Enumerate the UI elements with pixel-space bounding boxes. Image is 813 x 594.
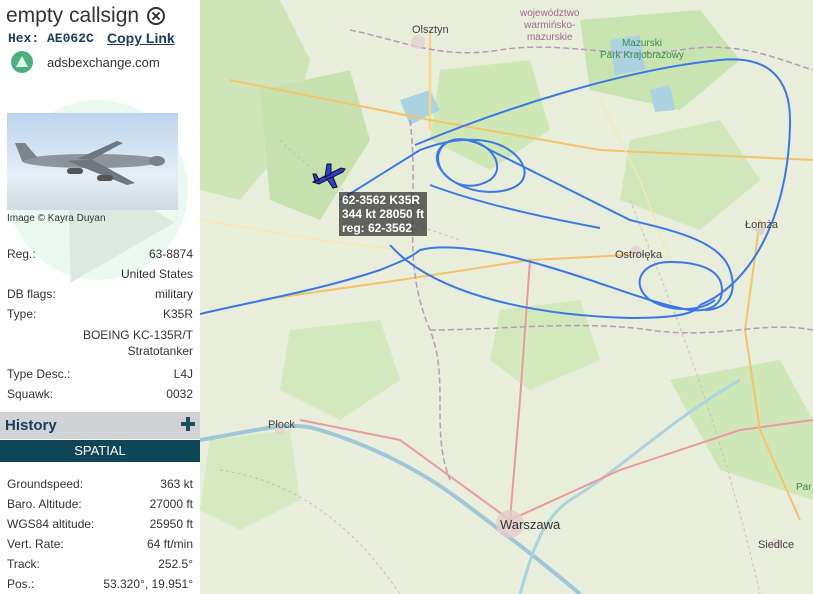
position-label: Pos.: xyxy=(7,577,35,591)
city-label-lomza: Łomża xyxy=(745,219,779,231)
park-label: Mazurski Park Krajobrazowy xyxy=(600,38,684,62)
city-label-olsztyn: Olsztyn xyxy=(412,24,449,36)
type-full-name: BOEING KC-135R/T Stratotanker xyxy=(82,328,193,358)
wgs84-altitude-label: WGS84 altitude: xyxy=(7,517,95,531)
close-icon[interactable] xyxy=(147,7,166,25)
squawk-row: Squawk: 0032 xyxy=(7,387,193,403)
copy-link[interactable]: Copy Link xyxy=(107,30,175,46)
region-label-line3: mazurskie xyxy=(526,32,573,43)
history-label: History xyxy=(5,417,57,434)
hex-code: Hex: AE062C xyxy=(8,31,94,46)
groundspeed-row: Groundspeed: 363 kt xyxy=(7,477,193,493)
city-label-siedlce: Siedlce xyxy=(758,539,795,551)
aircraft-label-tag[interactable]: 62-3562 K35R 344 kt 28050 ft reg: 62-356… xyxy=(339,192,428,236)
squawk-label: Squawk: xyxy=(7,387,54,401)
aircraft-tag-line2: 344 kt 28050 ft xyxy=(342,207,425,221)
reg-row: Reg.: 63-8874 xyxy=(7,247,193,263)
reg-label: Reg.: xyxy=(7,247,36,261)
aircraft-photo[interactable] xyxy=(7,113,178,210)
typedesc-row: Type Desc.: L4J xyxy=(7,367,193,383)
type-value: K35R xyxy=(162,307,193,321)
callsign-title: empty callsign xyxy=(6,4,140,27)
flight-track xyxy=(200,58,792,320)
groundspeed-label: Groundspeed: xyxy=(7,477,84,491)
reg-value[interactable]: 63-8874 xyxy=(149,247,193,261)
title-row: empty callsign xyxy=(6,4,166,28)
aircraft-tag-line1: 62-3562 K35R xyxy=(342,193,421,207)
wgs84-altitude-row: WGS84 altitude: 25950 ft xyxy=(7,517,193,533)
city-label-plock: Płock xyxy=(268,419,295,431)
squawk-value: 0032 xyxy=(166,387,193,401)
source-link[interactable]: adsbexchange.com xyxy=(47,55,160,70)
track-segment-east-loop xyxy=(414,58,792,306)
source-row[interactable]: adsbexchange.com xyxy=(11,51,160,73)
typedesc-label: Type Desc.: xyxy=(7,367,71,381)
city-label-ostroleka: Ostrołęka xyxy=(615,249,663,261)
track-label: Track: xyxy=(7,557,40,571)
adsbexchange-logo-icon xyxy=(11,51,33,73)
park-label-line1: Mazurski xyxy=(621,38,662,49)
region-label-line1: województwo xyxy=(520,8,580,19)
typedesc-value: L4J xyxy=(173,367,193,381)
region-label: województwo warmińsko- mazurskie xyxy=(520,8,579,44)
dbflags-row: DB flags: military xyxy=(7,287,193,303)
aircraft-plane-icon[interactable] xyxy=(311,160,347,190)
track-row: Track: 252.5° xyxy=(7,557,193,573)
groundspeed-value: 363 kt xyxy=(160,477,193,491)
photo-credit: Image © Kayra Duyan xyxy=(7,213,106,224)
aircraft-tag-line3: reg: 62-3562 xyxy=(342,221,413,235)
baro-altitude-value: 27000 ft xyxy=(149,497,193,511)
vert-rate-row: Vert. Rate: 64 ft/min xyxy=(7,537,193,553)
position-row: Pos.: 53.320°, 19.951° xyxy=(7,577,193,593)
dbflags-value: military xyxy=(155,287,193,301)
park-label-edge: Par xyxy=(796,482,812,493)
country-row: United States xyxy=(7,267,193,283)
baro-altitude-row: Baro. Altitude: 27000 ft xyxy=(7,497,193,513)
baro-altitude-label: Baro. Altitude: xyxy=(7,497,82,511)
aircraft-info-panel: empty callsign Hex: AE062C Copy Link ads… xyxy=(0,0,201,594)
type-label: Type: xyxy=(7,307,37,321)
vert-rate-value: 64 ft/min xyxy=(146,537,193,551)
map-view[interactable]: województwo warmińsko- mazurskie Mazursk… xyxy=(200,0,813,594)
history-section-header[interactable]: History xyxy=(0,412,200,439)
expand-plus-icon[interactable] xyxy=(180,416,196,432)
park-label-line2: Park Krajobrazowy xyxy=(600,50,684,61)
country-value: United States xyxy=(120,267,193,281)
track-value: 252.5° xyxy=(158,557,193,571)
position-value: 53.320°, 19.951° xyxy=(103,577,193,591)
wgs84-altitude-value: 25950 ft xyxy=(149,517,193,531)
type-row: Type: K35R xyxy=(7,307,193,323)
vert-rate-label: Vert. Rate: xyxy=(7,537,64,551)
city-label-warszawa: Warszawa xyxy=(500,517,561,532)
spatial-section-header[interactable]: SPATIAL xyxy=(0,440,200,462)
dbflags-label: DB flags: xyxy=(7,287,56,301)
region-label-line2: warmińsko- xyxy=(524,20,576,31)
